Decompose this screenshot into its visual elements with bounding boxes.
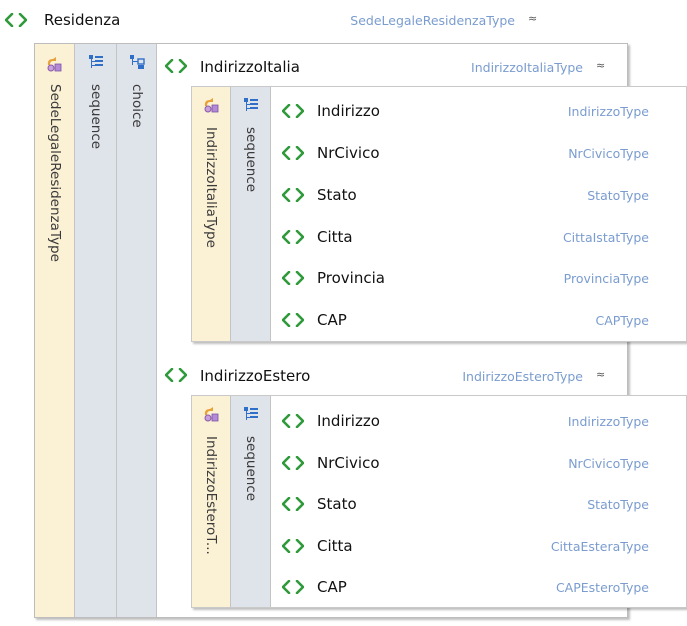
- child-element-type[interactable]: NrCivicoType: [420, 146, 649, 162]
- child-element-type[interactable]: StatoType: [420, 188, 649, 204]
- choice-strip[interactable]: choice: [117, 44, 157, 617]
- element-brackets-icon: [282, 456, 304, 470]
- child-element-name: Indirizzo: [317, 412, 380, 430]
- collapse-chevron-icon[interactable]: ≈: [596, 368, 605, 382]
- child-element-type[interactable]: CittaEsteraType: [420, 539, 649, 555]
- child-element-type[interactable]: CAPEsteroType: [420, 580, 649, 596]
- sequence-strip[interactable]: sequence: [231, 87, 271, 341]
- child-element-type[interactable]: ProvinciaType: [420, 271, 649, 287]
- type-strip-label: IndirizzoEsteroT...: [203, 436, 219, 555]
- type-strip-label: SedeLegaleResidenzaType: [47, 84, 63, 262]
- element-brackets-icon: [165, 368, 187, 382]
- element-brackets-icon: [282, 230, 304, 244]
- element-brackets-icon: [165, 59, 187, 73]
- indirizzo-estero-name: IndirizzoEstero: [200, 367, 311, 385]
- root-element-name: Residenza: [44, 11, 121, 29]
- element-brackets-icon: [282, 539, 304, 553]
- sequence-icon: [243, 97, 259, 113]
- indirizzo-estero-type-strip[interactable]: IndirizzoEsteroT...: [192, 396, 231, 607]
- child-element-type[interactable]: CittaIstatType: [420, 230, 649, 246]
- child-element-type[interactable]: IndirizzoType: [420, 414, 649, 430]
- indirizzo-italia-type[interactable]: IndirizzoItaliaType: [380, 60, 583, 76]
- element-brackets-icon: [282, 146, 304, 160]
- child-element-type[interactable]: StatoType: [420, 497, 649, 513]
- child-element-name: Citta: [317, 228, 353, 246]
- sequence-strip-label: sequence: [243, 436, 259, 502]
- child-element-name: Stato: [317, 186, 357, 204]
- sequence-strip-label: sequence: [88, 84, 104, 150]
- child-element-type[interactable]: CAPType: [420, 313, 649, 329]
- element-brackets-icon: [282, 313, 304, 327]
- choice-strip-label: choice: [129, 84, 145, 128]
- element-brackets-icon: [282, 414, 304, 428]
- sequence-strip[interactable]: sequence: [75, 44, 117, 617]
- child-element-name: Stato: [317, 495, 357, 513]
- sequence-strip[interactable]: sequence: [231, 396, 271, 607]
- choice-icon: [129, 54, 145, 70]
- indirizzo-estero-type[interactable]: IndirizzoEsteroType: [380, 369, 583, 385]
- child-element-type[interactable]: IndirizzoType: [420, 104, 649, 120]
- root-element-type[interactable]: SedeLegaleResidenzaType: [250, 13, 515, 29]
- sequence-strip-label: sequence: [243, 127, 259, 193]
- type-strip-label: IndirizzoItaliaType: [203, 127, 219, 248]
- collapse-chevron-icon[interactable]: ≈: [596, 59, 605, 73]
- complex-type-icon: [46, 56, 62, 72]
- sequence-icon: [243, 406, 259, 422]
- child-element-name: NrCivico: [317, 144, 380, 162]
- child-element-name: Citta: [317, 537, 353, 555]
- sede-legale-type-strip[interactable]: SedeLegaleResidenzaType: [35, 44, 75, 617]
- child-element-name: Provincia: [317, 269, 385, 287]
- child-element-name: CAP: [317, 578, 347, 596]
- element-brackets-icon: [282, 104, 304, 118]
- collapse-chevron-icon[interactable]: ≈: [528, 12, 537, 26]
- element-brackets-icon: [282, 497, 304, 511]
- element-brackets-icon: [282, 580, 304, 594]
- element-brackets-icon: [282, 188, 304, 202]
- complex-type-icon: [203, 406, 219, 422]
- indirizzo-italia-name: IndirizzoItalia: [200, 58, 300, 76]
- element-brackets-icon: [282, 271, 304, 285]
- element-brackets-icon: [5, 13, 27, 27]
- child-element-name: Indirizzo: [317, 102, 380, 120]
- child-element-name: NrCivico: [317, 454, 380, 472]
- complex-type-icon: [203, 97, 219, 113]
- sequence-icon: [88, 54, 104, 70]
- child-element-name: CAP: [317, 311, 347, 329]
- child-element-type[interactable]: NrCivicoType: [420, 456, 649, 472]
- indirizzo-italia-type-strip[interactable]: IndirizzoItaliaType: [192, 87, 231, 341]
